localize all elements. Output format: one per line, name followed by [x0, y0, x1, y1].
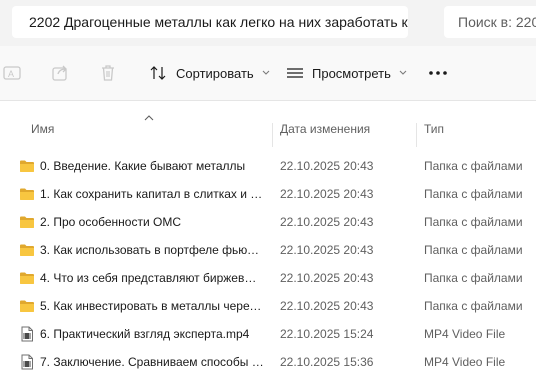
view-icon: [287, 68, 303, 78]
file-list: 0. Введение. Какие бывают металлы 22.10.2…: [0, 152, 536, 376]
column-name[interactable]: Имя: [31, 122, 54, 136]
column-separator[interactable]: [416, 123, 417, 147]
file-row[interactable]: 6. Практический взгляд эксперта.mp4 22.10…: [0, 320, 536, 348]
more-icon[interactable]: [428, 70, 448, 76]
file-row[interactable]: 4. Что из себя представляют биржевые... 2…: [0, 264, 536, 292]
folder-icon: [19, 158, 35, 174]
folder-icon: [19, 298, 35, 314]
svg-text:A: A: [8, 69, 14, 79]
address-path: 2202 Драгоценные металлы как легко на ни…: [29, 14, 408, 30]
file-type: Папка с файлами: [424, 299, 523, 313]
file-name: 6. Практический взгляд эксперта.mp4: [40, 327, 250, 341]
file-date: 22.10.2025 15:36: [280, 355, 374, 369]
column-separator[interactable]: [272, 123, 273, 147]
trash-icon[interactable]: [98, 63, 118, 83]
folder-icon: [19, 186, 35, 202]
file-date: 22.10.2025 20:43: [280, 215, 374, 229]
sort-button[interactable]: Сортировать: [150, 60, 278, 86]
file-date: 22.10.2025 20:43: [280, 299, 374, 313]
file-date: 22.10.2025 20:43: [280, 243, 374, 257]
toolbar-divider: [0, 100, 536, 101]
file-name: 3. Как использовать в портфеле фьюче...: [40, 243, 264, 257]
sort-label: Сортировать: [176, 65, 254, 81]
file-type: MP4 Video File: [424, 327, 506, 341]
file-row[interactable]: 7. Заключение. Сравниваем способы и... 22…: [0, 348, 536, 376]
sort-icon: [150, 66, 166, 80]
chevron-down-icon: [399, 70, 407, 75]
file-type: Папка с файлами: [424, 187, 523, 201]
file-type: MP4 Video File: [424, 355, 506, 369]
column-header: Имя Дата изменения Тип: [0, 114, 536, 147]
file-date: 22.10.2025 15:24: [280, 327, 374, 341]
column-type[interactable]: Тип: [424, 122, 444, 136]
file-type: Папка с файлами: [424, 215, 523, 229]
folder-icon: [19, 214, 35, 230]
folder-icon: [19, 270, 35, 286]
rename-icon[interactable]: A: [2, 63, 22, 83]
file-name: 5. Как инвестировать в металлы через ...: [40, 299, 264, 313]
file-date: 22.10.2025 20:43: [280, 271, 374, 285]
file-row[interactable]: 0. Введение. Какие бывают металлы 22.10.2…: [0, 152, 536, 180]
video-file-icon: [19, 354, 35, 370]
file-name: 7. Заключение. Сравниваем способы и...: [40, 355, 264, 369]
file-date: 22.10.2025 20:43: [280, 187, 374, 201]
file-name: 4. Что из себя представляют биржевые...: [40, 271, 264, 285]
file-row[interactable]: 5. Как инвестировать в металлы через ...…: [0, 292, 536, 320]
file-type: Папка с файлами: [424, 271, 523, 285]
file-name: 0. Введение. Какие бывают металлы: [40, 159, 246, 173]
file-row[interactable]: 3. Как использовать в портфеле фьюче... 2…: [0, 236, 536, 264]
view-button[interactable]: Просмотреть: [286, 60, 415, 86]
video-file-icon: [19, 326, 35, 342]
view-label: Просмотреть: [312, 65, 391, 81]
column-date[interactable]: Дата изменения: [280, 122, 370, 136]
file-date: 22.10.2025 20:43: [280, 159, 374, 173]
command-bar: A Сортировать Просмотреть: [0, 46, 536, 100]
folder-icon: [19, 242, 35, 258]
file-type: Папка с файлами: [424, 159, 523, 173]
file-row[interactable]: 1. Как сохранить капитал в слитках и м..…: [0, 180, 536, 208]
search-placeholder: Поиск в: 2202: [458, 14, 536, 30]
file-type: Папка с файлами: [424, 243, 523, 257]
file-name: 1. Как сохранить капитал в слитках и м..…: [40, 187, 264, 201]
chevron-down-icon: [262, 70, 270, 75]
sort-ascending-icon: [144, 115, 154, 121]
address-bar[interactable]: 2202 Драгоценные металлы как легко на ни…: [12, 6, 408, 38]
title-bar: 2202 Драгоценные металлы как легко на ни…: [0, 0, 536, 46]
share-icon[interactable]: [50, 63, 70, 83]
search-box[interactable]: Поиск в: 2202: [444, 6, 536, 38]
file-name: 2. Про особенности ОМС: [40, 215, 181, 229]
file-row[interactable]: 2. Про особенности ОМС 22.10.2025 20:43 Па…: [0, 208, 536, 236]
